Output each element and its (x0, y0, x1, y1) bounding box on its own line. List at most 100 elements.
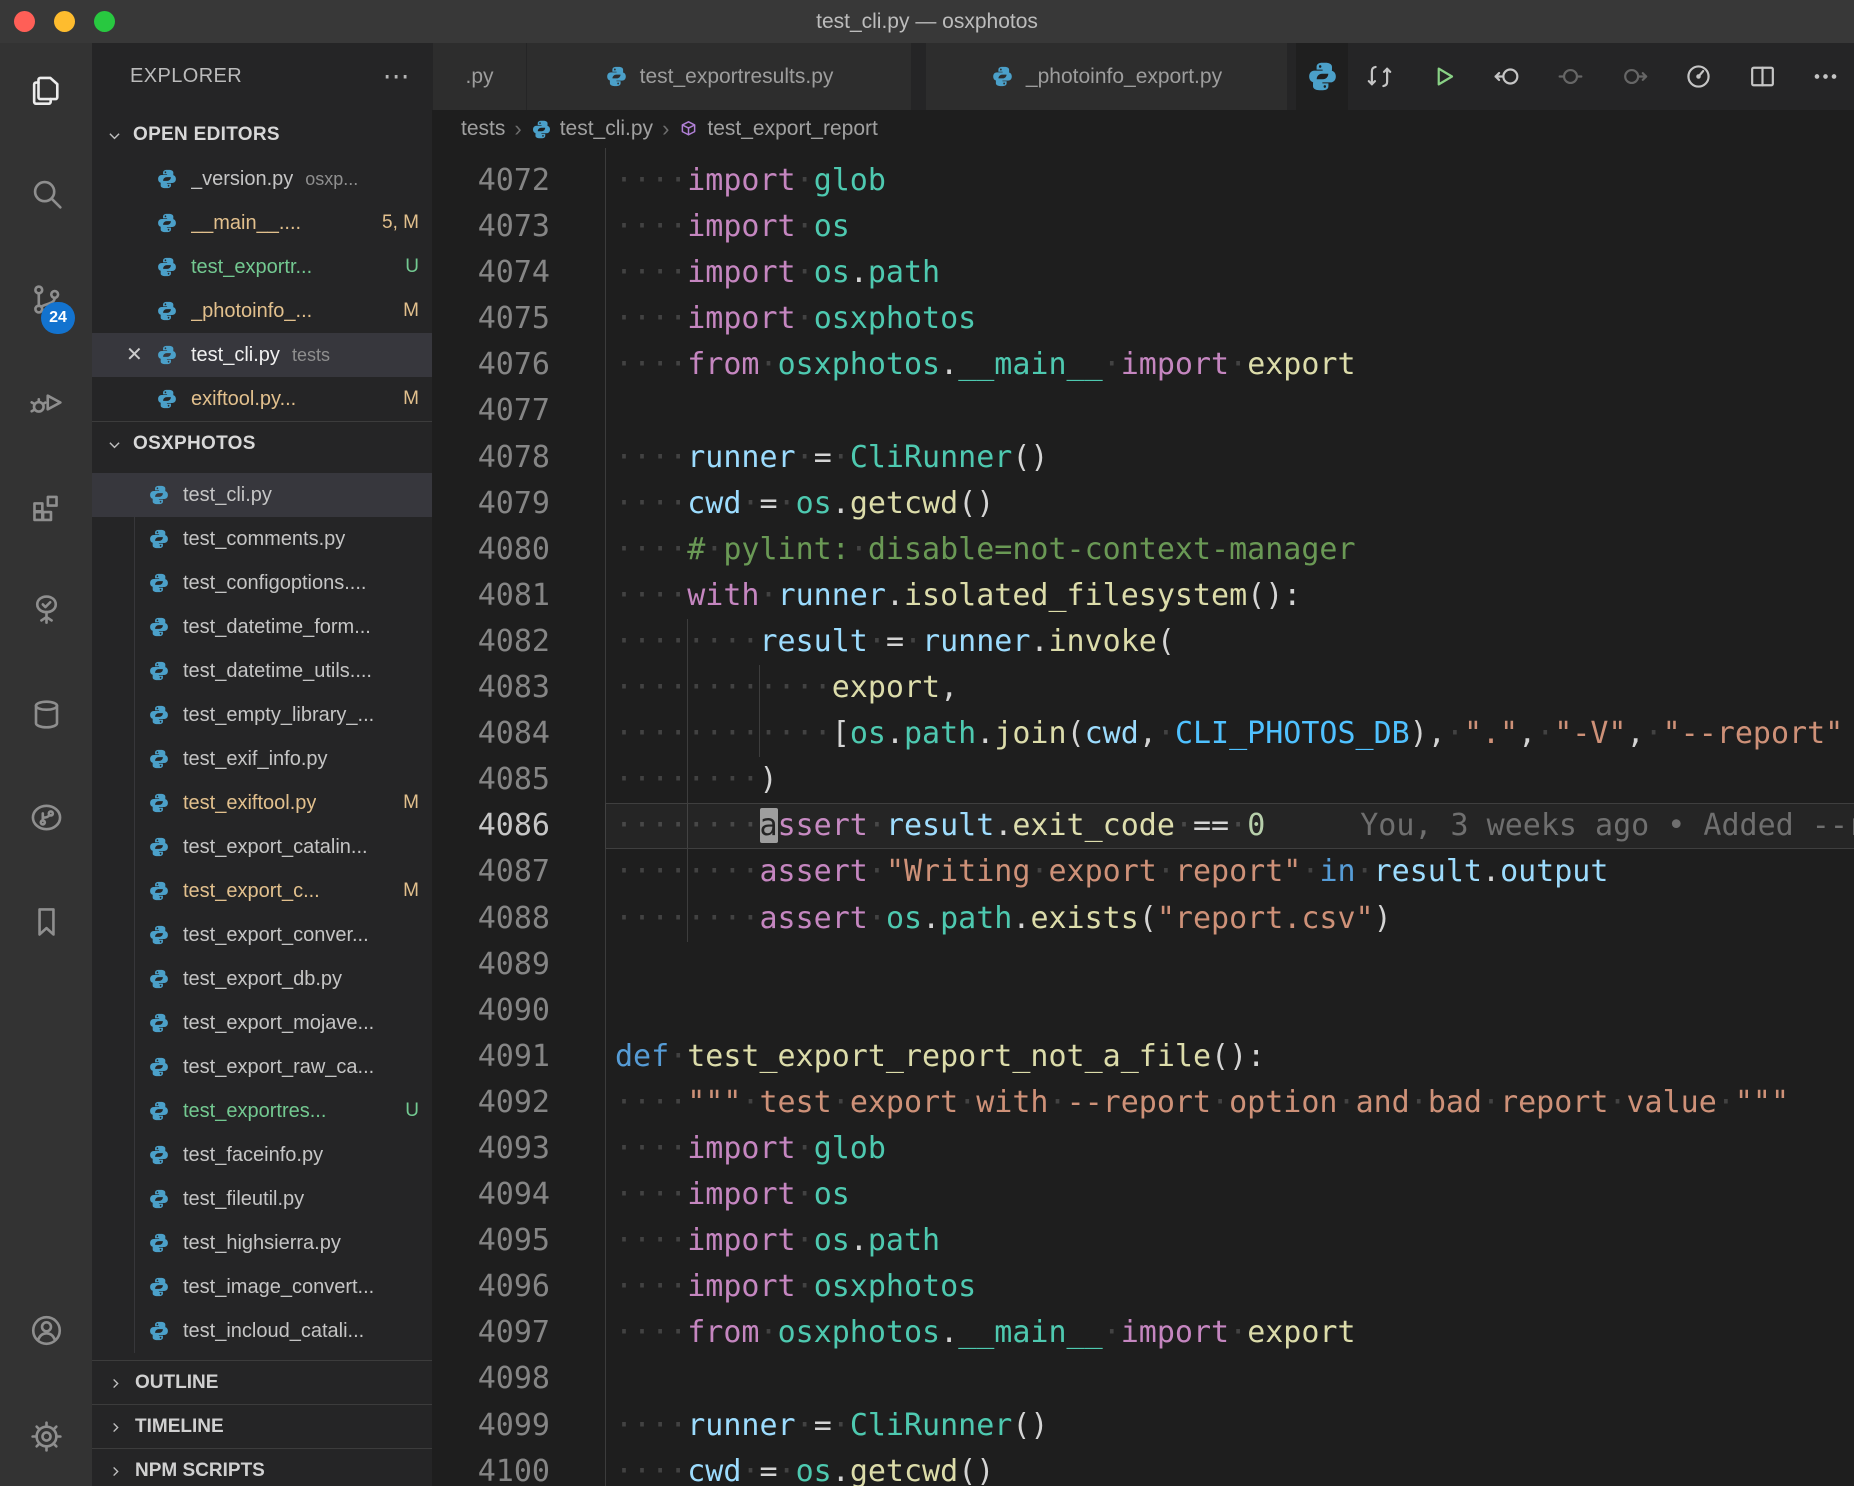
activity-settings-gear-icon[interactable] (0, 1401, 92, 1471)
code-line-4083[interactable]: 4083············export, (432, 665, 1854, 711)
activity-account-icon[interactable] (0, 1295, 92, 1365)
code-line-4094[interactable]: 4094····import·os (432, 1172, 1854, 1218)
tree-item[interactable]: test_image_convert... (92, 1265, 432, 1309)
code-line-4089[interactable]: 4089 (432, 942, 1854, 988)
tree-item[interactable]: test_export_db.py (92, 957, 432, 1001)
code-line-4096[interactable]: 4096····import·osxphotos (432, 1264, 1854, 1310)
code-line-4075[interactable]: 4075····import·osxphotos (432, 296, 1854, 342)
close-window-button[interactable] (14, 11, 35, 32)
project-section-header[interactable]: OSXPHOTOS (92, 421, 432, 466)
tab-_photoinfo_export.py[interactable]: _photoinfo_export.py (925, 43, 1287, 110)
tree-item[interactable]: test_comments.py (92, 517, 432, 561)
close-icon[interactable]: ✕ (126, 345, 156, 365)
line-content: ····runner·=·CliRunner() (605, 1403, 1854, 1449)
code-line-4084[interactable]: 4084············[os.path.join(cwd,·CLI_P… (432, 711, 1854, 757)
open-editor-item[interactable]: __main__....5, M (92, 201, 432, 245)
tree-item[interactable]: test_export_c...M (92, 869, 432, 913)
code-line-4081[interactable]: 4081····with·runner.isolated_filesystem(… (432, 573, 1854, 619)
code-line-4087[interactable]: 4087········assert·"Writing·export·repor… (432, 849, 1854, 895)
action-split-editor-icon[interactable] (1742, 43, 1782, 110)
tree-item[interactable]: test_incloud_catali... (92, 1309, 432, 1353)
tab-label: .py (465, 65, 493, 89)
action-more-actions-icon[interactable] (1805, 43, 1845, 110)
code-line-4093[interactable]: 4093····import·glob (432, 1126, 1854, 1172)
minimize-window-button[interactable] (54, 11, 75, 32)
code-editor[interactable]: 4072····import·glob4073····import·os4074… (432, 148, 1854, 1486)
tree-item[interactable]: test_highsierra.py (92, 1221, 432, 1265)
python-icon (148, 1056, 170, 1078)
python-icon (148, 528, 170, 550)
code-line-4074[interactable]: 4074····import·os.path (432, 250, 1854, 296)
code-line-4079[interactable]: 4079····cwd·=·os.getcwd() (432, 481, 1854, 527)
tab-test_exportresults.py[interactable]: test_exportresults.py (526, 43, 911, 110)
tree-item[interactable]: test_export_mojave... (92, 1001, 432, 1045)
section-npm-scripts[interactable]: NPM SCRIPTS (92, 1448, 432, 1486)
section-timeline[interactable]: TIMELINE (92, 1404, 432, 1449)
code-line-4076[interactable]: 4076····from·osxphotos.__main__·import·e… (432, 342, 1854, 388)
code-line-4086[interactable]: 4086········assert·result.exit_code·==·0… (432, 803, 1854, 849)
tree-item[interactable]: test_exportres...U (92, 1089, 432, 1133)
code-line-4097[interactable]: 4097····from·osxphotos.__main__·import·e… (432, 1310, 1854, 1356)
code-line-4078[interactable]: 4078····runner·=·CliRunner() (432, 435, 1854, 481)
code-line-4088[interactable]: 4088········assert·os.path.exists("repor… (432, 896, 1854, 942)
tree-item[interactable]: test_configoptions.... (92, 561, 432, 605)
activity-gitlens-icon[interactable] (0, 782, 92, 852)
action-run-python-file-icon[interactable] (1423, 43, 1463, 110)
tree-item[interactable]: test_empty_library_... (92, 693, 432, 737)
action-sync-changes-icon[interactable] (1359, 43, 1399, 110)
python-icon (148, 616, 170, 638)
tree-item[interactable]: test_export_conver... (92, 913, 432, 957)
code-line-4077[interactable]: 4077 (432, 388, 1854, 434)
activity-database-icon[interactable] (0, 679, 92, 749)
activity-files-icon[interactable] (0, 54, 92, 124)
activity-bookmark-icon[interactable] (0, 886, 92, 956)
code-line-4098[interactable]: 4098 (432, 1356, 1854, 1402)
activity-extensions-icon[interactable] (0, 471, 92, 541)
open-editor-item[interactable]: test_exportr...U (92, 245, 432, 289)
tree-item[interactable]: test_exiftool.pyM (92, 781, 432, 825)
code-line-4091[interactable]: 4091def·test_export_report_not_a_file(): (432, 1034, 1854, 1080)
code-line-4090[interactable]: 4090 (432, 988, 1854, 1034)
line-content: ····import·os.path (605, 1218, 1854, 1264)
code-line-4082[interactable]: 4082········result·=·runner.invoke( (432, 619, 1854, 665)
code-line-4100[interactable]: 4100····cwd·=·os.getcwd() (432, 1449, 1854, 1486)
code-line-4072[interactable]: 4072····import·glob (432, 158, 1854, 204)
open-editor-item[interactable]: exiftool.py...M (92, 377, 432, 421)
code-line-4085[interactable]: 4085········) (432, 757, 1854, 803)
breadcrumb-item[interactable]: test_cli.py (531, 117, 653, 141)
breadcrumb-item[interactable]: test_export_report (678, 117, 877, 141)
chevron-right-icon (108, 1376, 123, 1391)
code-line-4099[interactable]: 4099····runner·=·CliRunner() (432, 1403, 1854, 1449)
section-outline[interactable]: OUTLINE (92, 1360, 432, 1405)
action-python-logo-icon[interactable] (1296, 43, 1348, 110)
tree-item[interactable]: test_faceinfo.py (92, 1133, 432, 1177)
tree-item[interactable]: test_datetime_form... (92, 605, 432, 649)
tree-item[interactable]: test_datetime_utils.... (92, 649, 432, 693)
tree-item[interactable]: test_exif_info.py (92, 737, 432, 781)
activity-search-icon[interactable] (0, 158, 92, 228)
action-debug-step-over-icon[interactable] (1614, 43, 1654, 110)
line-content: ····import·osxphotos (605, 1264, 1854, 1310)
code-line-4080[interactable]: 4080····#·pylint:·disable=not-context-ma… (432, 527, 1854, 573)
open-editor-item[interactable]: _version.pyosxp... (92, 157, 432, 201)
open-editor-item[interactable]: _photoinfo_...M (92, 289, 432, 333)
tree-item[interactable]: test_export_catalin... (92, 825, 432, 869)
code-line-4092[interactable]: 4092····"""·test·export·with·--report·op… (432, 1080, 1854, 1126)
line-number: 4073 (432, 204, 605, 250)
open-editors-section-header[interactable]: OPEN EDITORS (92, 113, 432, 157)
action-debug-step-back-icon[interactable] (1487, 43, 1527, 110)
action-debug-circle-icon[interactable] (1550, 43, 1590, 110)
activity-run-debug-icon[interactable] (0, 367, 92, 437)
activity-test-explorer-icon[interactable] (0, 574, 92, 644)
open-editor-item[interactable]: ✕test_cli.pytests (92, 333, 432, 377)
tab-.py[interactable]: .py (432, 43, 526, 110)
code-line-4095[interactable]: 4095····import·os.path (432, 1218, 1854, 1264)
tree-item[interactable]: test_export_raw_ca... (92, 1045, 432, 1089)
explorer-more-actions-icon[interactable]: ⋯ (383, 66, 410, 86)
zoom-window-button[interactable] (94, 11, 115, 32)
breadcrumb-item[interactable]: tests (461, 117, 505, 141)
tree-item[interactable]: test_cli.py (92, 473, 432, 517)
tree-item[interactable]: test_fileutil.py (92, 1177, 432, 1221)
action-profile-run-icon[interactable] (1678, 43, 1718, 110)
code-line-4073[interactable]: 4073····import·os (432, 204, 1854, 250)
